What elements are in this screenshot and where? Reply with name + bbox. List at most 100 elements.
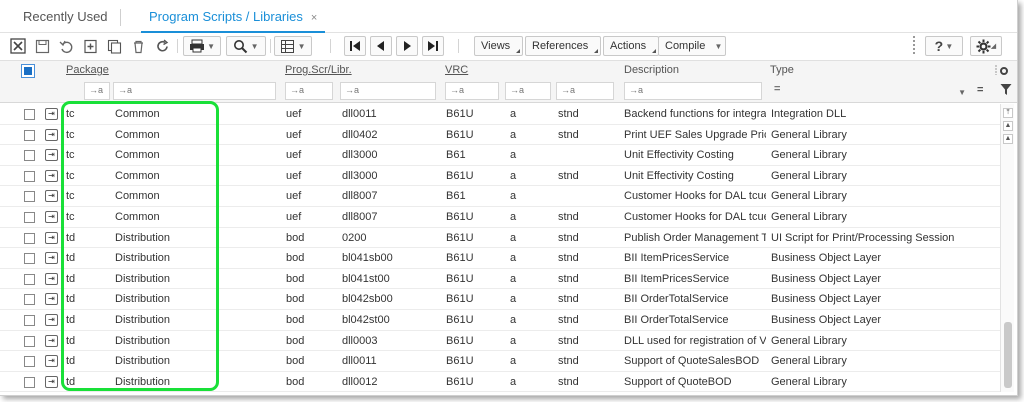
cell-vrc-customer: stnd xyxy=(558,231,579,244)
row-checkbox[interactable] xyxy=(24,109,35,120)
help-button[interactable]: ? ▼ xyxy=(925,36,963,56)
filter-module[interactable]: →a xyxy=(285,82,333,100)
row-checkbox[interactable] xyxy=(24,191,35,203)
cell-package-description: Common xyxy=(115,210,160,223)
table-row[interactable]: ⇥ td Distribution bod bl042st00 B61U a s… xyxy=(0,310,1000,331)
table-row[interactable]: ⇥ tc Common uef dll0402 B61U a stnd Prin… xyxy=(0,125,1000,146)
table-row[interactable]: ⇥ tc Common uef dll3000 B61U a stnd Unit… xyxy=(0,166,1000,187)
table-row[interactable]: ⇥ td Distribution bod dll0012 B61U a stn… xyxy=(0,372,1000,393)
filter-type[interactable]: = ▼ xyxy=(770,82,970,100)
scroll-up-icon[interactable]: ▲ xyxy=(1003,121,1013,131)
cell-type: General Library xyxy=(771,334,847,347)
open-record-icon[interactable]: ⇥ xyxy=(45,355,58,368)
compile-menu-button[interactable]: Compile ▼ xyxy=(658,36,727,56)
delete-icon[interactable] xyxy=(128,36,148,56)
search-button[interactable]: ▼ xyxy=(226,36,266,56)
tab-recently-used[interactable]: Recently Used xyxy=(23,0,108,33)
open-record-icon[interactable]: ⇥ xyxy=(45,272,58,285)
row-checkbox[interactable] xyxy=(24,273,35,285)
table-row[interactable]: ⇥ td Distribution bod bl041sb00 B61U a s… xyxy=(0,248,1000,269)
table-row[interactable]: ⇥ tc Common uef dll3000 B61 a Unit Effec… xyxy=(0,145,1000,166)
row-checkbox[interactable] xyxy=(24,170,35,182)
table-row[interactable]: ⇥ tc Common uef dll8007 B61 a Customer H… xyxy=(0,186,1000,207)
column-chooser-icon[interactable] xyxy=(995,63,1009,80)
cell-package: td xyxy=(66,375,76,388)
open-record-icon[interactable]: ⇥ xyxy=(45,190,58,203)
print-button[interactable]: ▼ xyxy=(183,36,221,56)
column-header-type[interactable]: Type xyxy=(770,64,794,76)
open-record-icon[interactable]: ⇥ xyxy=(45,252,58,265)
open-record-icon[interactable]: ⇥ xyxy=(45,313,58,326)
cell-module: uef xyxy=(286,108,302,120)
open-record-icon[interactable]: ⇥ xyxy=(45,293,58,306)
cell-description: Publish Order Management Tr xyxy=(624,231,766,244)
scroll-page-up-icon[interactable]: ▲ xyxy=(1003,134,1013,144)
filter-vrc[interactable]: →a xyxy=(445,82,499,100)
settings-button[interactable]: ◢ xyxy=(970,36,1002,56)
filter-vrc-release[interactable]: →a xyxy=(505,82,551,100)
column-header-vrc[interactable]: VRC xyxy=(445,64,468,76)
row-checkbox[interactable] xyxy=(24,211,35,223)
column-header-prog[interactable]: Prog.Scr/Libr. xyxy=(285,64,352,76)
row-checkbox[interactable] xyxy=(24,294,35,306)
filter-vrc-customer[interactable]: →a xyxy=(556,82,614,100)
tab-program-scripts[interactable]: Program Scripts / Libraries × xyxy=(141,0,326,33)
references-menu-button[interactable]: References xyxy=(525,36,602,56)
table-row[interactable]: ⇥ tc Common uef dll8007 B61U a stnd Cust… xyxy=(0,207,1000,228)
row-checkbox[interactable] xyxy=(24,129,35,141)
row-checkbox[interactable] xyxy=(24,376,35,388)
column-header-description[interactable]: Description xyxy=(624,64,679,76)
vertical-scrollbar[interactable]: ⤒ ▲ ▲ xyxy=(1000,104,1014,392)
open-record-icon[interactable]: ⇥ xyxy=(45,375,58,388)
table-row[interactable]: ⇥ tc Common uef dll0011 B61U a stnd Back… xyxy=(0,104,1000,125)
row-checkbox[interactable] xyxy=(24,335,35,347)
scroll-top-icon[interactable]: ⤒ xyxy=(1003,108,1013,118)
table-row[interactable]: ⇥ td Distribution bod dll0003 B61U a stn… xyxy=(0,331,1000,352)
select-all-checkbox[interactable] xyxy=(21,64,35,78)
filter-operator-icon[interactable]: = xyxy=(977,84,983,96)
table-row[interactable]: ⇥ td Distribution bod 0200 B61U a stnd P… xyxy=(0,228,1000,249)
refresh-icon[interactable] xyxy=(152,36,172,56)
row-checkbox[interactable] xyxy=(24,150,35,162)
open-record-icon[interactable]: ⇥ xyxy=(45,169,58,182)
open-record-icon[interactable]: ⇥ xyxy=(45,128,58,141)
column-header-package[interactable]: Package xyxy=(66,64,109,76)
cell-package: td xyxy=(66,313,76,326)
first-record-button[interactable] xyxy=(344,36,366,56)
menu-corner-icon: ◢ xyxy=(990,43,997,50)
row-checkbox[interactable] xyxy=(24,356,35,368)
settings-tools-icon[interactable] xyxy=(8,36,28,56)
last-record-button[interactable] xyxy=(422,36,444,56)
open-record-icon[interactable]: ⇥ xyxy=(45,108,58,120)
previous-record-button[interactable] xyxy=(370,36,392,56)
undo-icon[interactable] xyxy=(56,36,76,56)
next-record-button[interactable] xyxy=(396,36,418,56)
cell-program: dll0011 xyxy=(342,108,377,120)
scrollbar-thumb[interactable] xyxy=(1004,322,1012,388)
cell-package: tc xyxy=(66,128,75,141)
gear-icon xyxy=(976,39,991,53)
filter-package[interactable]: →a xyxy=(84,82,110,100)
views-menu-button[interactable]: Views xyxy=(474,36,524,56)
open-record-icon[interactable]: ⇥ xyxy=(45,210,58,223)
new-record-icon[interactable] xyxy=(80,36,100,56)
cell-program: 0200 xyxy=(342,231,367,244)
filter-description[interactable]: →a xyxy=(624,82,762,100)
row-checkbox[interactable] xyxy=(24,253,35,265)
open-record-icon[interactable]: ⇥ xyxy=(45,334,58,347)
table-row[interactable]: ⇥ td Distribution bod dll0011 B61U a stn… xyxy=(0,351,1000,372)
row-checkbox[interactable] xyxy=(24,314,35,326)
actions-menu-button[interactable]: Actions xyxy=(603,36,660,56)
export-button[interactable]: ▼ xyxy=(274,36,312,56)
table-row[interactable]: ⇥ td Distribution bod bl042sb00 B61U a s… xyxy=(0,289,1000,310)
close-icon[interactable]: × xyxy=(311,12,317,24)
filter-package-description[interactable]: →a xyxy=(113,82,276,100)
open-record-icon[interactable]: ⇥ xyxy=(45,149,58,162)
filter-icon[interactable] xyxy=(1000,83,1012,99)
filter-prog[interactable]: →a xyxy=(340,82,436,100)
row-checkbox[interactable] xyxy=(24,232,35,244)
save-icon[interactable] xyxy=(32,36,52,56)
open-record-icon[interactable]: ⇥ xyxy=(45,231,58,244)
table-row[interactable]: ⇥ td Distribution bod bl041st00 B61U a s… xyxy=(0,269,1000,290)
copy-record-icon[interactable] xyxy=(104,36,124,56)
